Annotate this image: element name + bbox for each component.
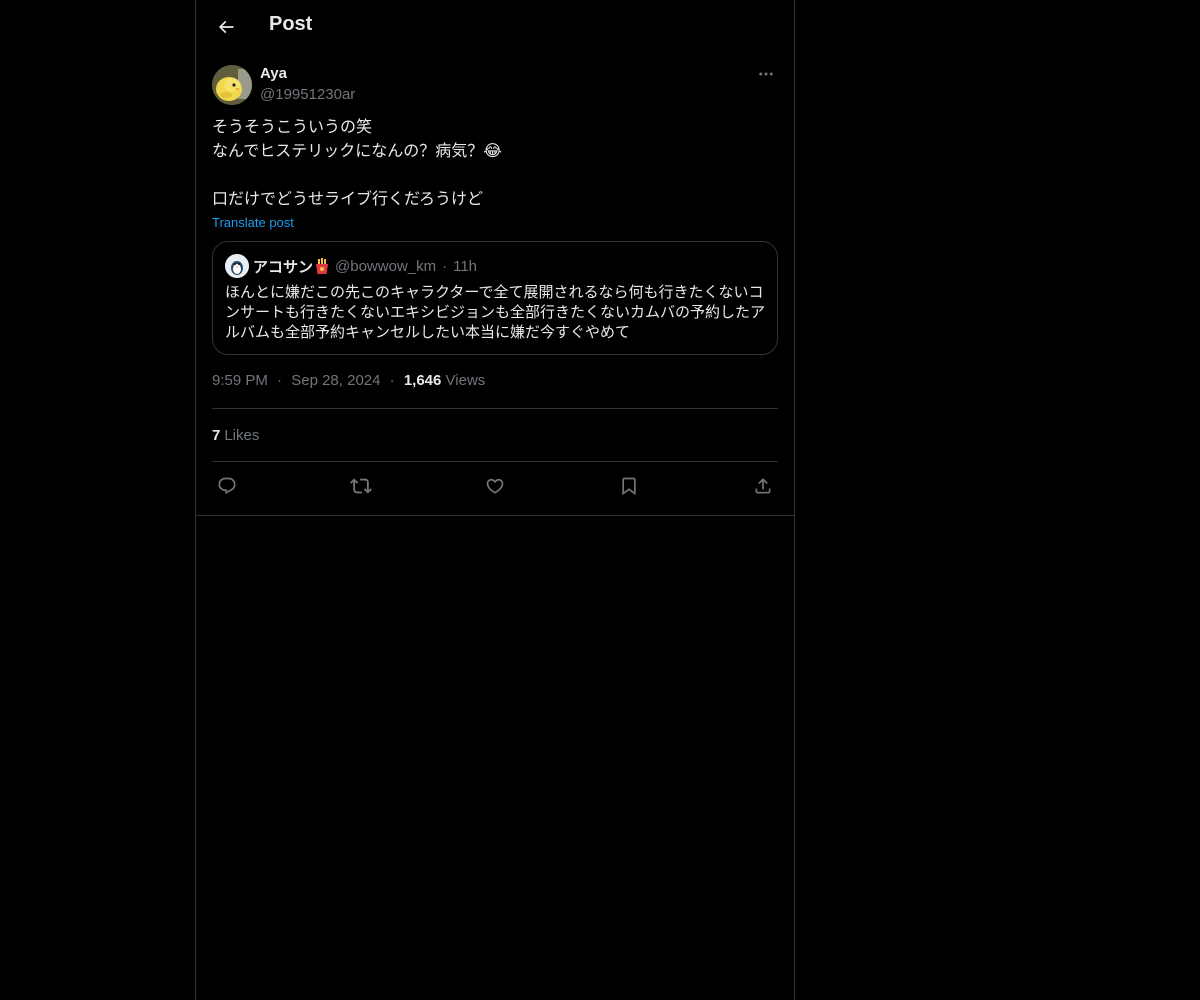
author-row: Aya @19951230ar (212, 65, 778, 121)
post: Aya @19951230ar そうそうこういうの笑 なんでヒステリックになんの… (196, 65, 794, 510)
share-button[interactable] (752, 475, 774, 497)
quote-header: アコサン @bowwow_km · 11h (225, 254, 765, 278)
meta-separator: · (277, 372, 283, 389)
likes-count: 7 (212, 426, 221, 444)
views-count: 1,646 (403, 372, 442, 389)
author-handle[interactable]: @19951230ar (260, 86, 355, 103)
more-icon (759, 72, 773, 76)
post-time[interactable]: 9:59 PM (212, 372, 268, 389)
quote-author-handle: @bowwow_km (335, 257, 437, 275)
views-label: Views (445, 372, 486, 389)
quote-text: ほんとに嫌だこの先このキャラクターで全て展開されるなら何も行きたくないコンサート… (225, 283, 766, 341)
like-button[interactable] (484, 475, 506, 497)
penguin-avatar-icon (225, 254, 249, 278)
fries-icon (316, 258, 329, 274)
action-bar (212, 462, 778, 510)
arrow-left-icon (218, 20, 234, 34)
repost-button[interactable] (350, 475, 372, 497)
more-options-button[interactable] (754, 65, 778, 83)
chick-avatar-icon (212, 65, 252, 105)
meta-separator: · (389, 372, 395, 389)
avatar[interactable] (212, 65, 252, 105)
post-text-line (212, 163, 778, 187)
likes-label: Likes (224, 426, 260, 444)
quote-author-name: アコサン (253, 257, 314, 276)
post-text-line: なんでヒステリックになんの？病気？😂 (212, 141, 502, 160)
reply-button[interactable] (216, 475, 238, 497)
header: Post (196, 0, 794, 53)
quote-separator: · (442, 257, 448, 275)
share-icon (755, 478, 771, 494)
quoted-post[interactable]: アコサン @bowwow_km · 11h ほんとに嫌だこの先このキャラクターで… (212, 241, 778, 355)
repost-icon (350, 478, 372, 494)
quote-avatar (225, 254, 249, 278)
post-date[interactable]: Sep 28, 2024 (291, 372, 380, 389)
post-bottom-border (196, 515, 794, 516)
post-meta: 9:59 PM · Sep 28, 2024 · 1,646 Views (212, 372, 778, 392)
back-button[interactable] (208, 9, 244, 45)
author-name[interactable]: Aya (260, 65, 287, 82)
like-icon (486, 478, 504, 494)
post-text: そうそうこういうの笑 なんでヒステリックになんの？病気？😂 口だけでどうせライブ… (212, 115, 778, 211)
bookmark-button[interactable] (618, 475, 640, 497)
reply-icon (218, 477, 236, 495)
likes-row[interactable]: 7 Likes (212, 409, 778, 461)
main-column: Post Aya @19951230ar そうそうこういうの笑 なんでヒステリッ… (195, 0, 795, 1000)
page-title: Post (269, 13, 313, 35)
quote-timestamp: 11h (453, 257, 478, 275)
post-text-line: 口だけでどうせライブ行くだろうけど (212, 189, 484, 208)
bookmark-icon (622, 477, 636, 496)
translate-post-link[interactable]: Translate post (212, 215, 294, 230)
